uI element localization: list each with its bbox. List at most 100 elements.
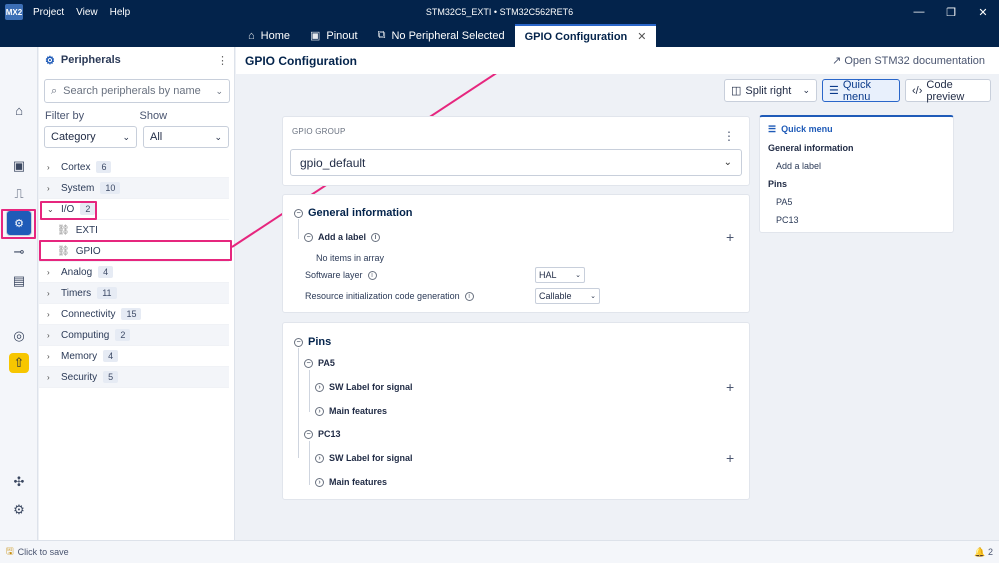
activity-bar: ⌂ ▣ ⎍ ⚙ ⊸ ▤ ◎ ⇧ ✣ ⚙: [0, 47, 38, 540]
filter-labels: Filter by Show: [39, 110, 234, 122]
connection-icon[interactable]: ⊸: [9, 242, 29, 262]
quick-menu-pa5-link[interactable]: PA5: [776, 197, 792, 207]
show-value: All: [150, 131, 163, 143]
count-badge: 15: [121, 308, 142, 320]
chevron-down-icon[interactable]: ⌄: [802, 85, 810, 96]
tree-item-computing[interactable]: › Computing 2: [39, 325, 229, 346]
tab-home[interactable]: ⌂ Home: [238, 24, 300, 47]
quick-menu-panel: ☰ Quick menu General information Add a l…: [759, 115, 954, 233]
list-icon: ☰: [829, 85, 839, 97]
tree-item-system[interactable]: › System 10: [39, 178, 229, 199]
search-peripherals-input[interactable]: ⌕ Search peripherals by name ⌄: [44, 79, 230, 103]
pin-name: PA5: [318, 358, 335, 368]
filter-by-select[interactable]: Category ⌄: [44, 126, 137, 148]
close-window-icon[interactable]: ✕: [967, 0, 999, 24]
tab-no-peripheral[interactable]: ⧉ No Peripheral Selected: [368, 24, 515, 47]
code-preview-button[interactable]: ‹/› Code preview: [905, 79, 991, 103]
quick-menu-pc13-link[interactable]: PC13: [776, 215, 799, 225]
resource-init-label: Resource initialization code generation: [305, 291, 460, 301]
more-options-icon[interactable]: ⋮: [217, 54, 228, 67]
filter-value: Category: [51, 131, 96, 143]
settings-icon[interactable]: ⚙: [9, 500, 29, 520]
tree-item-cortex[interactable]: › Cortex 6: [39, 157, 229, 178]
menu-project[interactable]: Project: [33, 7, 64, 18]
pins-card: − Pins − PA5 › SW Label for signal + › M…: [282, 322, 750, 500]
menu-help[interactable]: Help: [110, 7, 131, 18]
chevron-down-icon[interactable]: ⌄: [215, 86, 223, 97]
general-information-card: − General information − Add a label i + …: [282, 194, 750, 313]
add-label-row[interactable]: − Add a label i: [304, 232, 381, 242]
search-icon: ⌕: [51, 84, 58, 97]
maximize-icon[interactable]: ❐: [935, 0, 967, 24]
tree-item-label: Timers: [61, 287, 92, 299]
click-to-save[interactable]: Click to save: [18, 547, 69, 557]
more-options-icon[interactable]: ⋮: [723, 129, 735, 143]
main-features-row[interactable]: › Main features: [315, 406, 387, 416]
app-logo: MX2: [5, 4, 23, 20]
target-icon[interactable]: ◎: [9, 326, 29, 346]
main-features-title: Main features: [329, 477, 388, 487]
pins-header[interactable]: − Pins: [294, 336, 331, 348]
upload-icon[interactable]: ⇧: [9, 353, 29, 373]
peripheral-tree: › Cortex 6 › System 10 ⌄ I/O 2 ⛓ EXTI ⛓ …: [39, 157, 229, 388]
board-icon[interactable]: ▤: [9, 271, 29, 291]
info-icon: i: [371, 232, 381, 242]
tree-item-timers[interactable]: › Timers 11: [39, 283, 229, 304]
save-icon[interactable]: 🖫: [6, 544, 14, 560]
tree-line: [298, 219, 299, 239]
minimize-icon[interactable]: —: [903, 0, 935, 24]
software-layer-select[interactable]: HAL ⌄: [535, 267, 585, 283]
pin-pc13-row[interactable]: − PC13: [304, 429, 341, 439]
peripherals-nav-icon[interactable]: ⚙: [6, 210, 32, 236]
sw-label-signal-row[interactable]: › SW Label for signal: [315, 453, 413, 463]
split-label: Split right: [745, 84, 792, 97]
tree-item-connectivity[interactable]: › Connectivity 15: [39, 304, 229, 325]
peripherals-panel: ⚙ Peripherals ⋮ ⌕ Search peripherals by …: [39, 47, 235, 540]
tab-pinout[interactable]: ▣ Pinout: [300, 24, 368, 47]
tree-item-exti[interactable]: ⛓ EXTI: [39, 220, 229, 241]
resource-init-select[interactable]: Callable ⌄: [535, 288, 600, 304]
quick-menu-add-label-link[interactable]: Add a label: [776, 161, 821, 171]
bell-icon: 🔔: [974, 546, 986, 557]
open-documentation-link[interactable]: ↗ Open STM32 documentation: [832, 54, 985, 67]
extensions-icon[interactable]: ✣: [9, 472, 29, 492]
gpio-group-select[interactable]: gpio_default ⌄: [290, 149, 742, 176]
add-label-plus-icon[interactable]: +: [726, 229, 734, 245]
tree-item-label: Connectivity: [61, 308, 116, 320]
tree-item-analog[interactable]: › Analog 4: [39, 262, 229, 283]
show-select[interactable]: All ⌄: [143, 126, 229, 148]
tree-item-io[interactable]: ⌄ I/O 2: [39, 199, 229, 220]
notifications[interactable]: 🔔 2: [974, 547, 993, 558]
quick-menu-general-link[interactable]: General information: [768, 143, 854, 153]
code-icon: ‹/›: [912, 84, 923, 97]
chevron-down-icon: ⌄: [575, 272, 581, 279]
tree-item-memory[interactable]: › Memory 4: [39, 346, 229, 367]
split-right-button[interactable]: ◫ Split right ⌄: [724, 79, 817, 102]
quick-menu-button[interactable]: ☰ Quick menu: [822, 79, 900, 103]
main-features-row[interactable]: › Main features: [315, 477, 387, 487]
tree-item-gpio[interactable]: ⛓ GPIO: [39, 241, 229, 262]
chevron-right-icon: ›: [47, 351, 50, 361]
add-sw-label-plus-icon[interactable]: +: [726, 379, 734, 395]
add-sw-label-plus-icon[interactable]: +: [726, 450, 734, 466]
count-badge: 4: [103, 350, 119, 362]
quick-menu-pins-link[interactable]: Pins: [768, 179, 787, 189]
general-information-header[interactable]: − General information: [294, 207, 413, 219]
count-badge: 2: [115, 329, 131, 341]
window-controls: — ❐ ✕: [903, 0, 999, 24]
menu-view[interactable]: View: [76, 7, 98, 18]
pin-pa5-row[interactable]: − PA5: [304, 358, 335, 368]
tree-item-label: Cortex: [61, 161, 91, 173]
count-badge: 4: [98, 266, 114, 278]
page-title: GPIO Configuration: [245, 53, 357, 68]
home-nav-icon[interactable]: ⌂: [9, 100, 29, 120]
collapse-icon: −: [304, 358, 313, 368]
clock-signal-icon[interactable]: ⎍: [9, 184, 29, 204]
chip-nav-icon[interactable]: ▣: [9, 156, 29, 176]
chevron-right-icon: ›: [47, 330, 50, 340]
sw-label-title: SW Label for signal: [329, 453, 413, 463]
close-tab-icon[interactable]: ✕: [637, 30, 646, 43]
sw-label-signal-row[interactable]: › SW Label for signal: [315, 382, 413, 392]
tree-item-security[interactable]: › Security 5: [39, 367, 229, 388]
tab-gpio-configuration[interactable]: GPIO Configuration ✕: [514, 24, 657, 47]
